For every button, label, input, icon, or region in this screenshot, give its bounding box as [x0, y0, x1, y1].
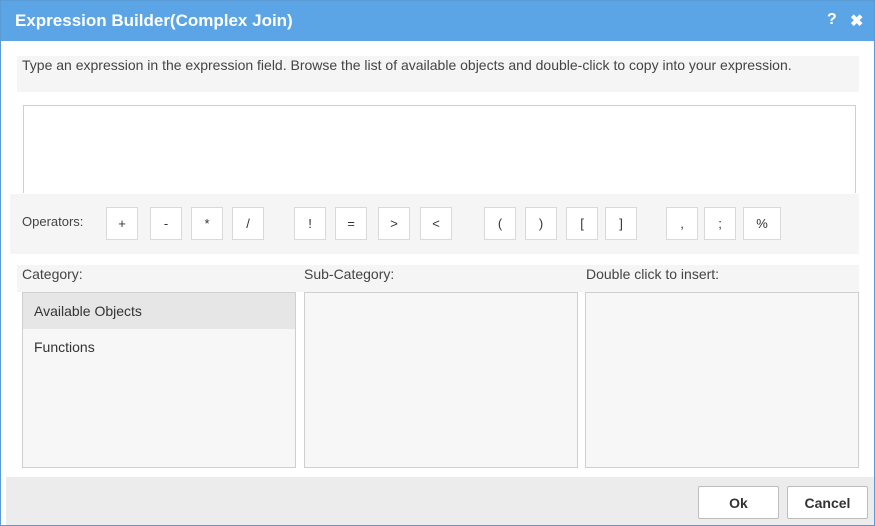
expression-builder-dialog: Expression Builder(Complex Join) ? ✖ Typ…	[0, 0, 875, 526]
help-icon[interactable]: ?	[827, 11, 837, 29]
category-item-functions[interactable]: Functions	[23, 329, 295, 365]
operators-label: Operators:	[22, 214, 84, 229]
subcategory-list[interactable]	[304, 292, 578, 468]
insert-header: Double click to insert:	[586, 266, 720, 282]
category-header: Category:	[22, 266, 83, 282]
category-item-available-objects[interactable]: Available Objects	[23, 293, 295, 329]
operator-plus-button[interactable]: +	[106, 207, 138, 240]
operator-open-paren-button[interactable]: (	[484, 207, 516, 240]
operator-multiply-button[interactable]: *	[191, 207, 223, 240]
category-list[interactable]: Available Objects Functions	[22, 292, 296, 468]
operator-less-than-button[interactable]: <	[420, 207, 452, 240]
column-header-band	[17, 265, 859, 292]
operator-close-paren-button[interactable]: )	[525, 207, 557, 240]
cancel-button[interactable]: Cancel	[787, 486, 868, 519]
operator-close-bracket-button[interactable]: ]	[605, 207, 637, 240]
operator-open-bracket-button[interactable]: [	[566, 207, 598, 240]
operator-greater-than-button[interactable]: >	[378, 207, 410, 240]
close-icon[interactable]: ✖	[850, 11, 863, 31]
operator-divide-button[interactable]: /	[232, 207, 264, 240]
ok-button[interactable]: Ok	[698, 486, 779, 519]
operator-comma-button[interactable]: ,	[666, 207, 698, 240]
dialog-title: Expression Builder(Complex Join)	[15, 11, 293, 30]
operator-minus-button[interactable]: -	[150, 207, 182, 240]
instruction-text: Type an expression in the expression fie…	[17, 56, 859, 92]
dialog-titlebar[interactable]: Expression Builder(Complex Join) ? ✖	[1, 1, 874, 41]
operator-not-button[interactable]: !	[294, 207, 326, 240]
dialog-footer: Ok Cancel	[6, 477, 874, 525]
operators-toolbar: Operators: + - * / ! = > < ( ) [ ] , ; %	[10, 194, 859, 254]
operator-equals-button[interactable]: =	[335, 207, 367, 240]
expression-field[interactable]	[23, 105, 856, 193]
insert-list[interactable]	[585, 292, 859, 468]
operator-percent-button[interactable]: %	[743, 207, 781, 240]
subcategory-header: Sub-Category:	[304, 266, 395, 282]
operator-semicolon-button[interactable]: ;	[704, 207, 736, 240]
